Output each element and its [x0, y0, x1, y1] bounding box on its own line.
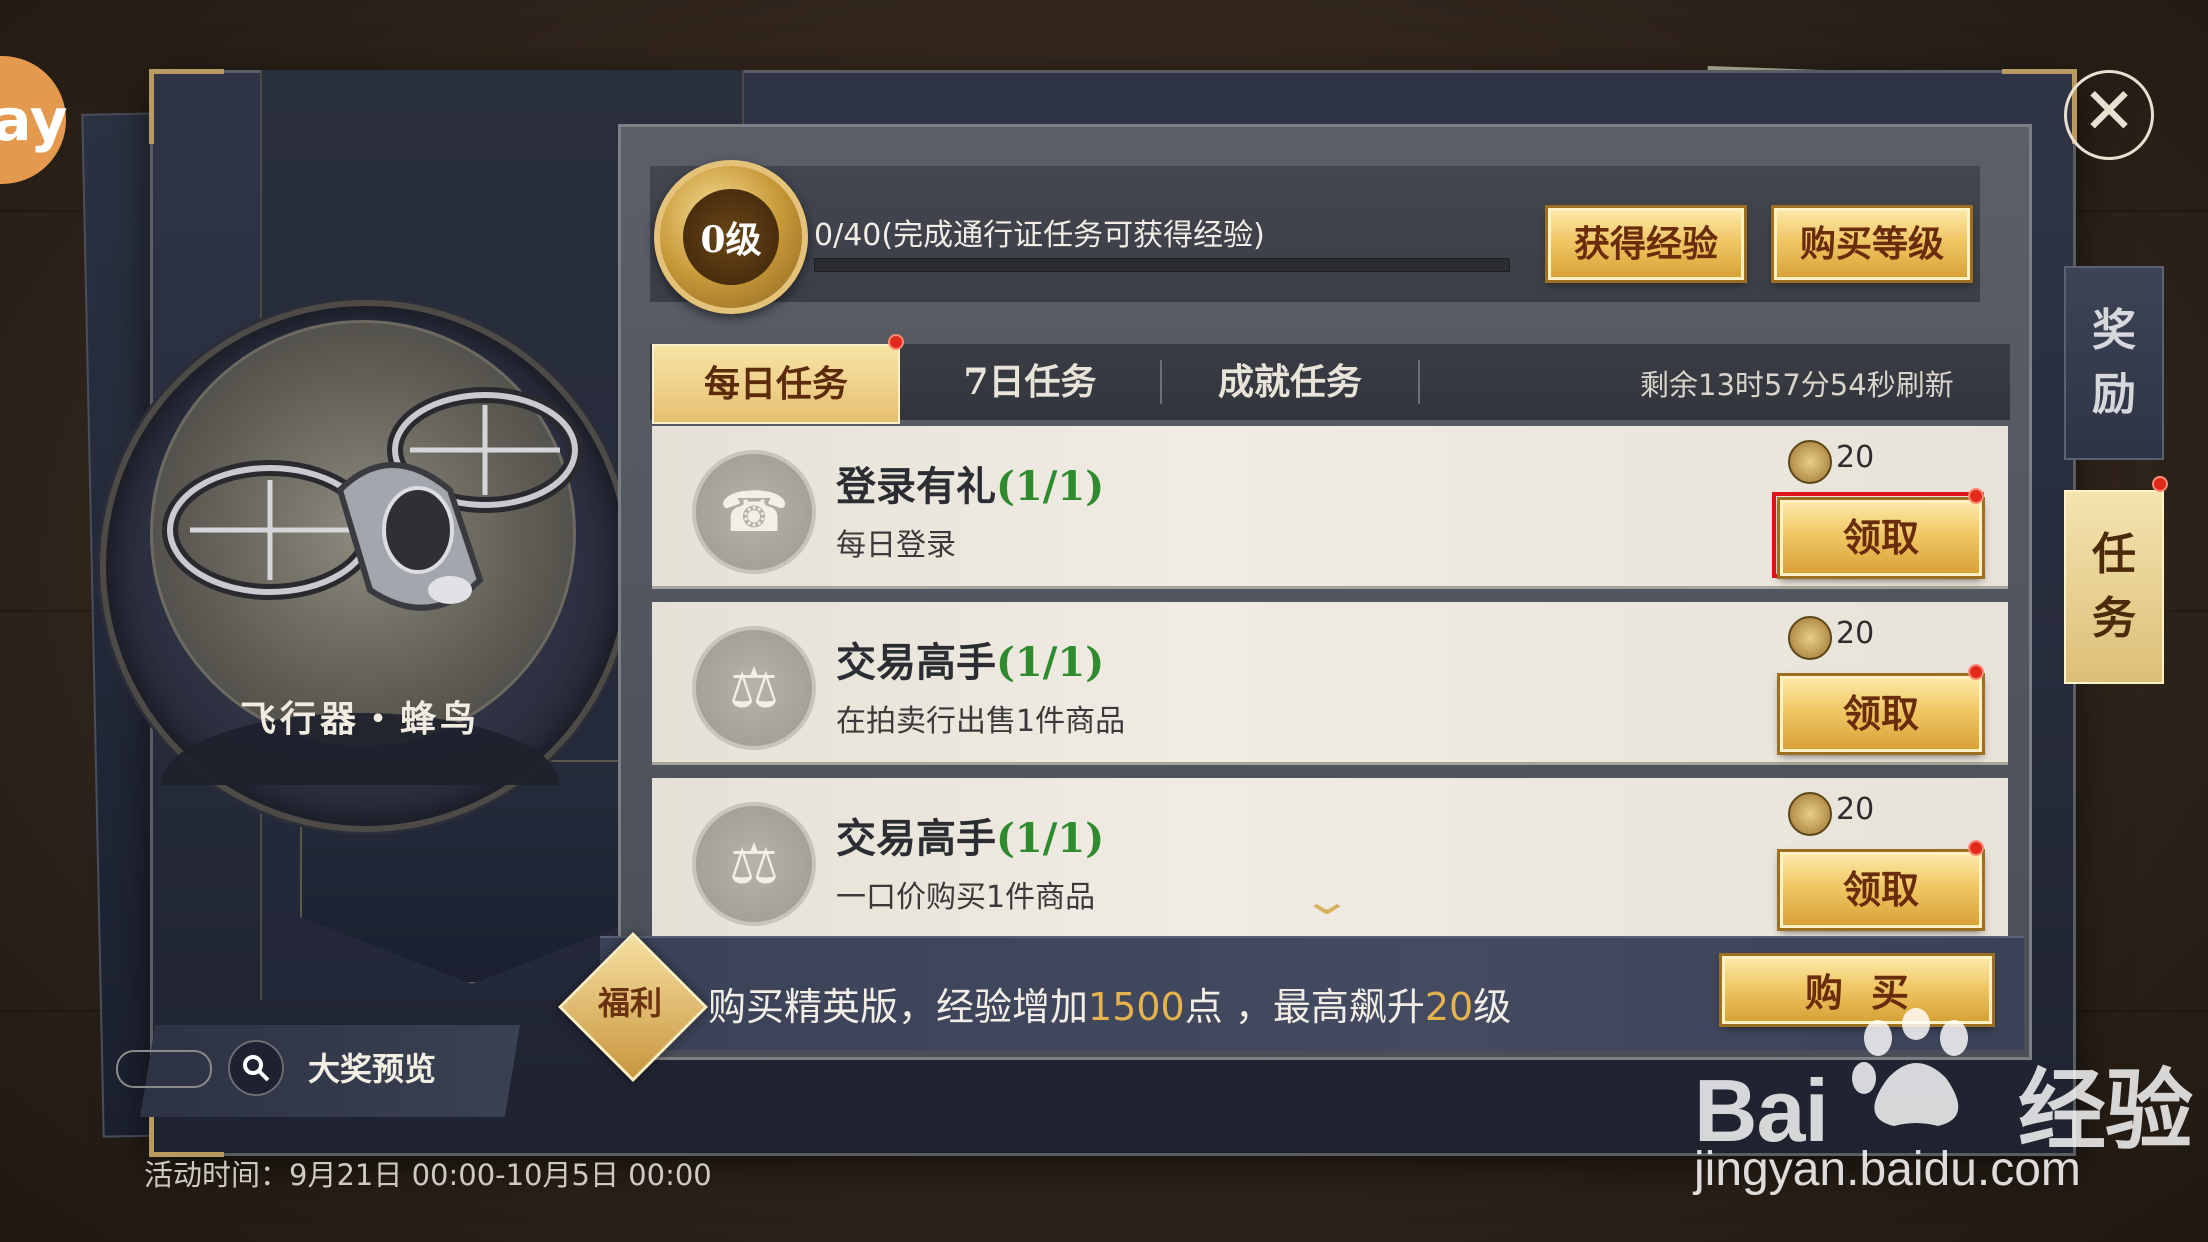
task-progress: (1/1) [996, 639, 1105, 686]
side-tab-rewards-char: 奖 [2092, 305, 2136, 356]
tab-daily-tasks[interactable]: 每日任务 [652, 344, 900, 424]
side-tab-tasks[interactable]: 任 务 [2064, 490, 2164, 684]
bonus-text-part: 级 [1473, 985, 1512, 1029]
tab-notification-dot [888, 334, 904, 350]
get-exp-button[interactable]: 获得经验 [1548, 208, 1744, 280]
bonus-tag-label: 福利 [597, 984, 662, 1022]
refresh-countdown: 剩余13时57分54秒刷新 [1640, 368, 1954, 402]
task-title: 登录有礼(1/1) [836, 454, 1104, 512]
claim-button[interactable]: 领取 [1780, 676, 1982, 752]
close-icon[interactable]: ✕ [2064, 70, 2154, 160]
task-title-text: 交易高手 [836, 639, 996, 686]
preview-toggle[interactable] [116, 1050, 212, 1088]
tab-divider [1418, 360, 1420, 404]
bonus-description: 购买精英版，经验增加1500点 ，最高飙升20级 [708, 976, 1511, 1031]
phone-hand-icon: ☎ [692, 450, 816, 574]
buy-level-button[interactable]: 购买等级 [1774, 208, 1970, 280]
chevron-down-icon[interactable]: ⌄ [1300, 878, 1354, 924]
task-reward-value: 20 [1836, 440, 1875, 475]
claim-notification-dot [1968, 488, 1984, 504]
exp-progress-track [814, 258, 1510, 272]
watermark-url: jingyan.baidu.com [1694, 1143, 2081, 1196]
bonus-exp-number: 1500 [1088, 985, 1185, 1029]
task-progress: (1/1) [996, 815, 1105, 862]
frame-corner-ornament [149, 69, 224, 144]
side-tab-tasks-char: 任 [2092, 529, 2136, 580]
grand-prize-preview-label[interactable]: 大奖预览 [308, 1044, 436, 1090]
magnifier-icon[interactable] [228, 1040, 284, 1096]
task-progress: (1/1) [996, 463, 1105, 510]
exp-coin-icon [1788, 616, 1832, 660]
claim-button[interactable]: 领取 [1780, 852, 1982, 928]
task-title: 交易高手(1/1) [836, 806, 1104, 864]
bonus-level-number: 20 [1424, 985, 1474, 1029]
event-time: 活动时间：9月21日 00:00-10月5日 00:00 [144, 1158, 712, 1192]
task-description: 一口价购买1件商品 [836, 880, 1096, 915]
exp-progress-text: 0/40(完成通行证任务可获得经验) [814, 218, 1265, 253]
drone-icon [162, 387, 583, 611]
claim-notification-dot [1968, 840, 1984, 856]
gavel-icon: ⚖ [692, 802, 816, 926]
claim-notification-dot [1968, 664, 1984, 680]
bonus-text-part: 点 ，最高飙升 [1184, 985, 1425, 1029]
level-medal-icon: 0级 [654, 160, 808, 314]
side-tab-rewards[interactable]: 奖 励 [2064, 266, 2164, 460]
task-title-text: 交易高手 [836, 815, 996, 862]
gavel-icon: ⚖ [692, 626, 816, 750]
side-tab-tasks-char: 务 [2092, 593, 2136, 644]
task-description: 每日登录 [836, 528, 956, 563]
task-card: ⚖ 交易高手(1/1) 在拍卖行出售1件商品 20 领取 [652, 602, 2008, 765]
side-tab-rewards-char: 励 [2092, 369, 2136, 420]
tab-7day-tasks[interactable]: 7日任务 [910, 344, 1150, 420]
task-title-text: 登录有礼 [836, 463, 996, 510]
exp-coin-icon [1788, 440, 1832, 484]
exp-coin-icon [1788, 792, 1832, 836]
side-tab-notification-dot [2152, 476, 2168, 492]
task-title: 交易高手(1/1) [836, 630, 1104, 688]
task-card: ☎ 登录有礼(1/1) 每日登录 20 领取 [652, 426, 2008, 589]
claim-button[interactable]: 领取 [1780, 500, 1982, 576]
level-badge-text: 0级 [683, 189, 779, 285]
task-reward-value: 20 [1836, 616, 1875, 651]
task-reward-value: 20 [1836, 792, 1875, 827]
task-description: 在拍卖行出售1件商品 [836, 704, 1126, 739]
item-name: 飞行器・蜂鸟 [239, 698, 480, 740]
app-logo-badge[interactable]: ay [0, 56, 68, 184]
bonus-text-part: 购买精英版，经验增加 [708, 985, 1089, 1029]
tab-achievement-tasks[interactable]: 成就任务 [1160, 344, 1420, 420]
